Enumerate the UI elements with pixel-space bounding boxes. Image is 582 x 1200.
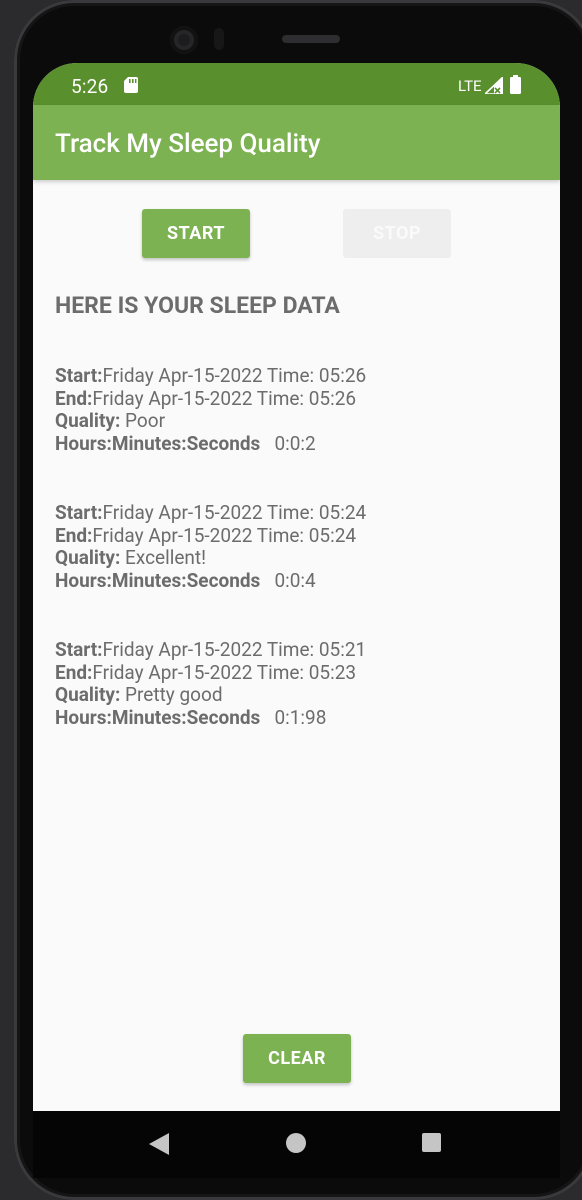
duration-value: 0:1:98 xyxy=(274,705,327,729)
duration-value: 0:0:2 xyxy=(274,431,316,455)
network-type-label: LTE xyxy=(458,77,482,95)
quality-label: Quality: xyxy=(55,683,121,706)
duration-label: Hours:Minutes:Seconds xyxy=(55,568,261,592)
start-button[interactable]: START xyxy=(142,209,250,258)
system-nav-bar xyxy=(33,1111,560,1178)
end-value: Friday Apr-15-2022 Time: 05:23 xyxy=(92,660,357,684)
duration-value: 0:0:4 xyxy=(274,568,316,592)
sd-card-icon xyxy=(124,77,138,97)
quality-label: Quality: xyxy=(55,546,121,569)
start-value: Friday Apr-15-2022 Time: 05:21 xyxy=(102,638,367,661)
sleep-record: Start:Friday Apr-15-2022 Time: 05:26 End… xyxy=(55,364,367,455)
clear-button[interactable]: CLEAR xyxy=(243,1034,351,1083)
app-bar: Track My Sleep Quality xyxy=(33,105,560,180)
status-time: 5:26 xyxy=(71,75,109,98)
proximity-sensor xyxy=(214,28,224,50)
start-value: Friday Apr-15-2022 Time: 05:24 xyxy=(102,501,367,524)
quality-value: Excellent! xyxy=(125,546,207,569)
status-bar: 5:26 LTE xyxy=(33,63,560,105)
end-value: Friday Apr-15-2022 Time: 05:26 xyxy=(92,386,357,410)
duration-label: Hours:Minutes:Seconds xyxy=(55,431,261,455)
end-label: End: xyxy=(55,386,93,410)
back-icon[interactable] xyxy=(149,1133,169,1159)
sleep-data-heading: HERE IS YOUR SLEEP DATA xyxy=(55,292,340,319)
app-title: Track My Sleep Quality xyxy=(55,129,321,159)
start-label: Start: xyxy=(55,364,103,387)
end-label: End: xyxy=(55,523,93,547)
quality-value: Poor xyxy=(125,409,166,432)
recents-icon[interactable] xyxy=(422,1133,441,1152)
start-label: Start: xyxy=(55,638,103,661)
end-label: End: xyxy=(55,660,93,684)
home-icon[interactable] xyxy=(286,1133,306,1153)
end-value: Friday Apr-15-2022 Time: 05:24 xyxy=(92,523,357,547)
sleep-record: Start:Friday Apr-15-2022 Time: 05:24 End… xyxy=(55,501,367,592)
battery-icon xyxy=(510,75,521,98)
front-camera xyxy=(170,26,198,54)
sleep-record: Start:Friday Apr-15-2022 Time: 05:21 End… xyxy=(55,638,367,729)
start-value: Friday Apr-15-2022 Time: 05:26 xyxy=(102,364,367,387)
quality-label: Quality: xyxy=(55,409,121,432)
app-screen: 5:26 LTE Track My Sleep Quality START ST… xyxy=(33,63,560,1178)
signal-icon xyxy=(482,75,504,98)
start-label: Start: xyxy=(55,501,103,524)
earpiece-speaker xyxy=(282,35,340,43)
duration-label: Hours:Minutes:Seconds xyxy=(55,705,261,729)
quality-value: Pretty good xyxy=(125,683,223,706)
stop-button[interactable]: STOP xyxy=(343,209,451,258)
